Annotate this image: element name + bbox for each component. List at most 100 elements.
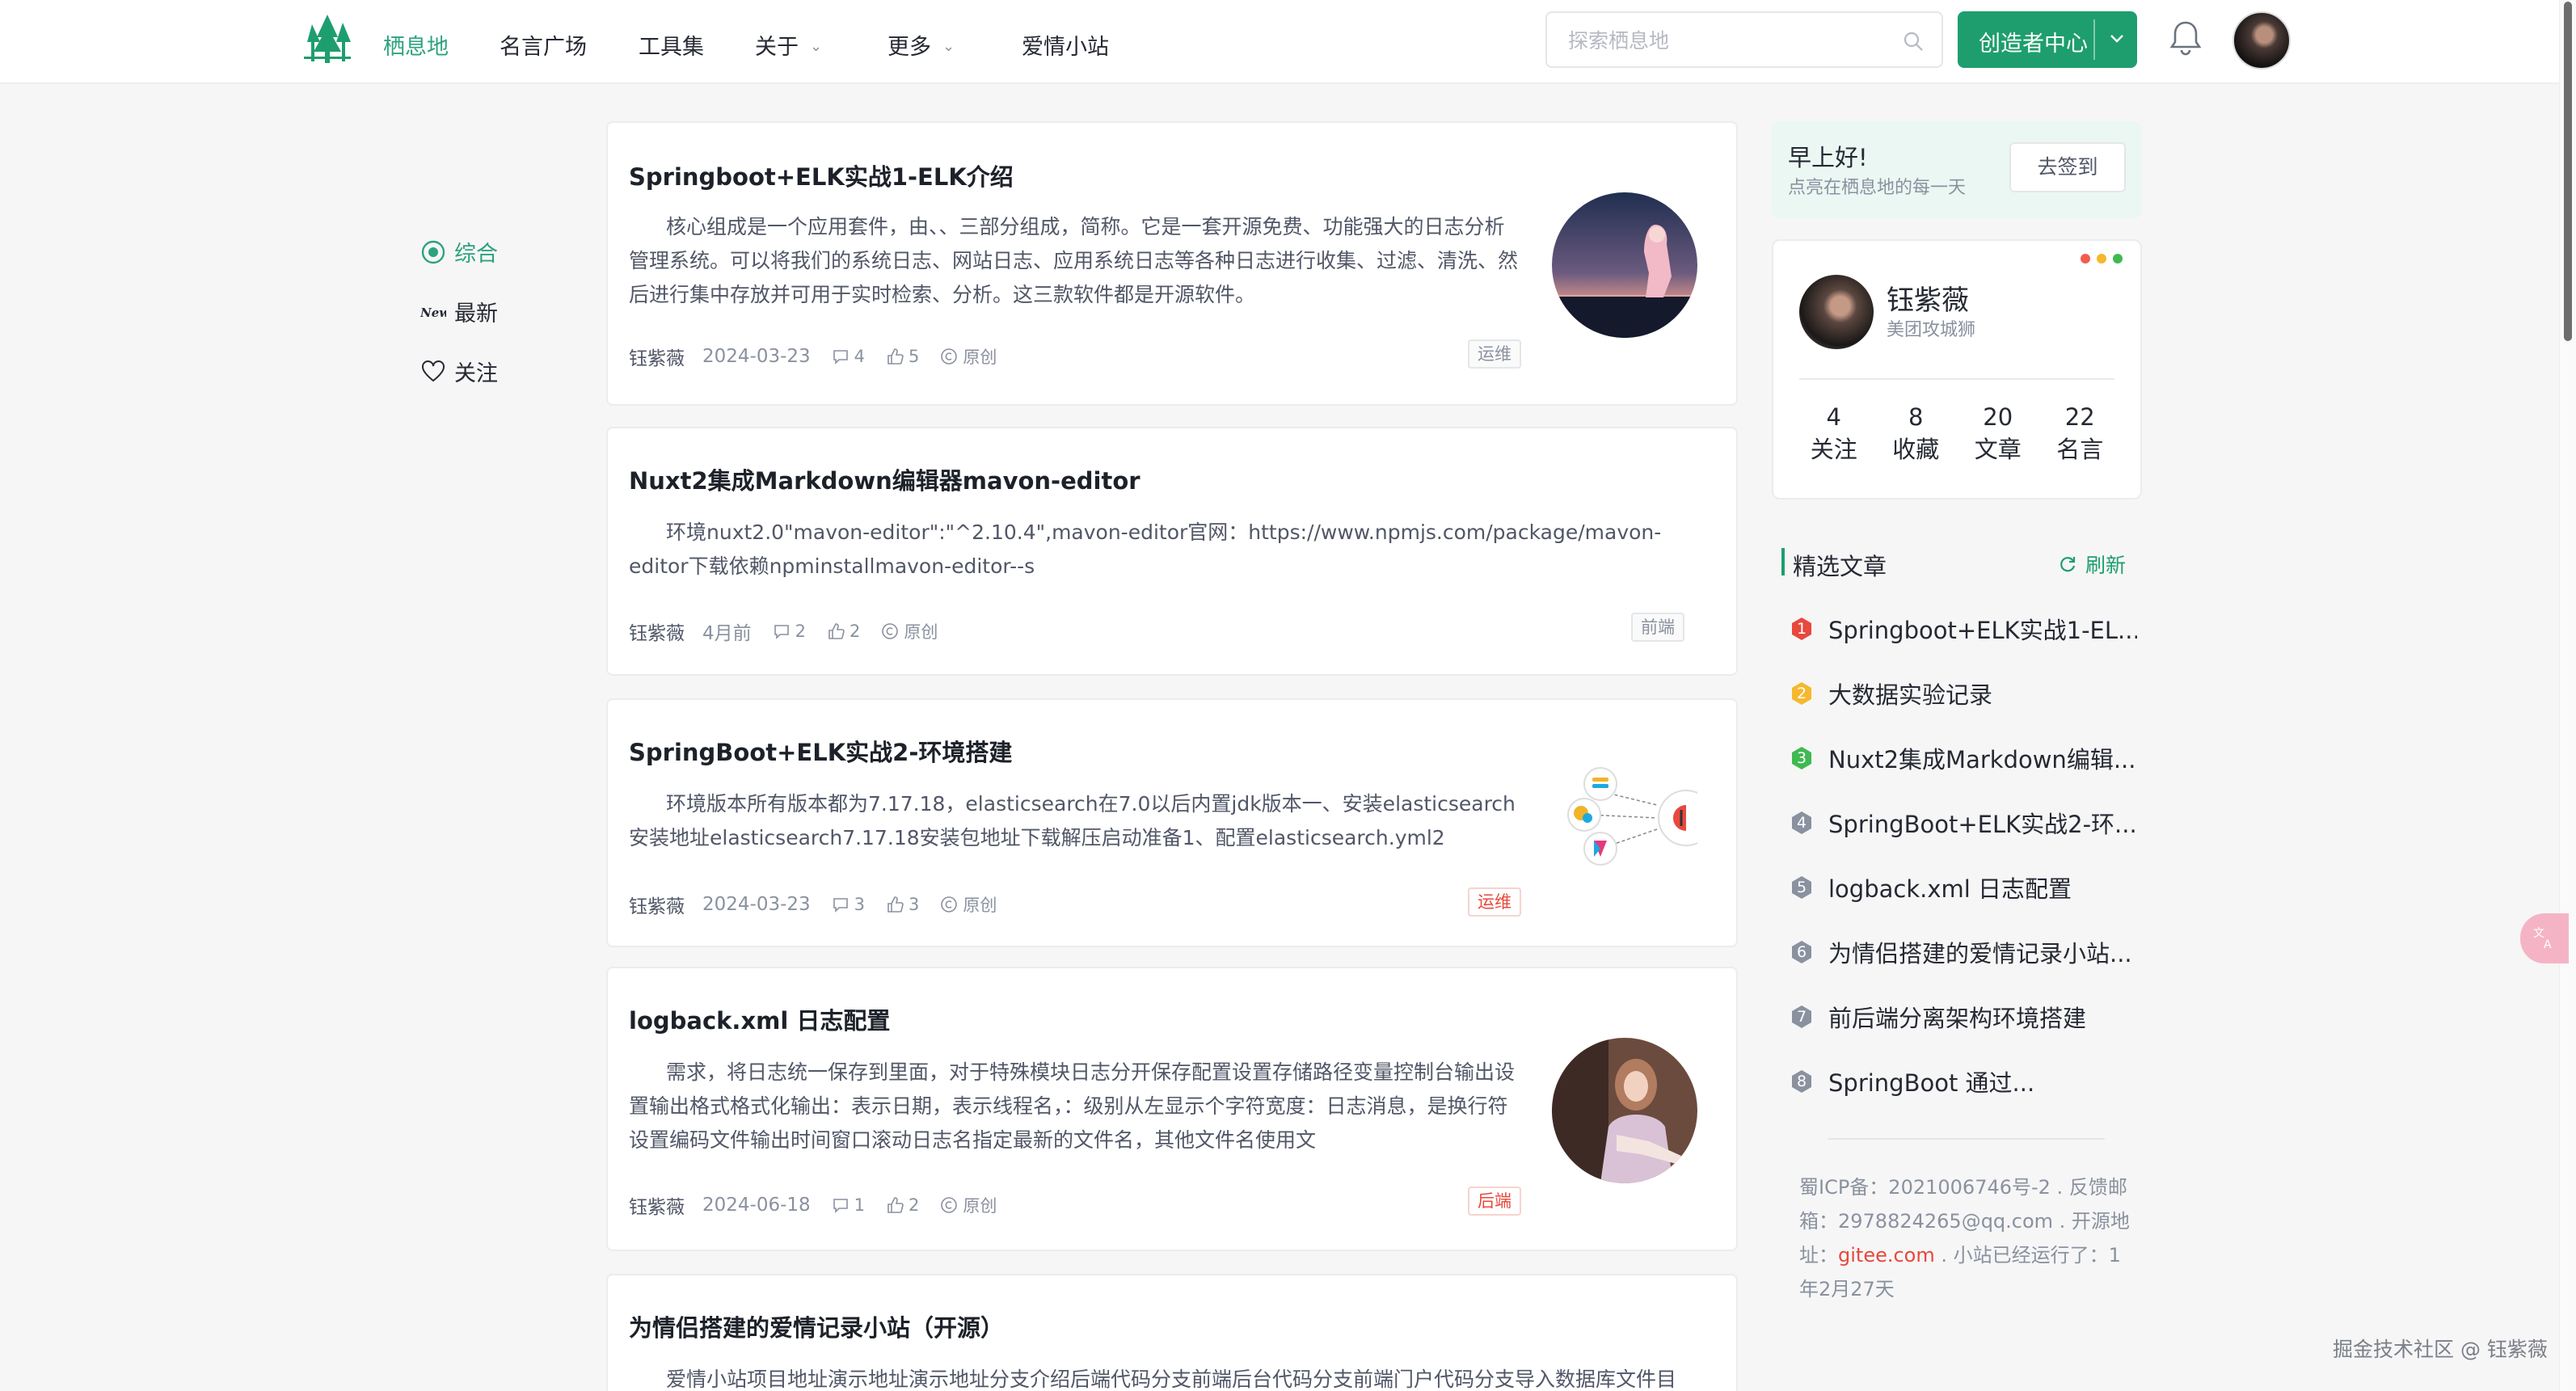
- chevron-down-icon[interactable]: ⌄: [810, 38, 822, 55]
- category-general-label[interactable]: 综合: [454, 236, 498, 268]
- nav-item[interactable]: 名言广场: [500, 29, 587, 61]
- article-author[interactable]: 钰紫薇: [629, 618, 685, 645]
- article-title[interactable]: 为情侣搭建的爱情记录小站（开源）: [629, 1309, 1004, 1343]
- featured-article-title[interactable]: 为情侣搭建的爱情记录小站...: [1828, 935, 2132, 969]
- page-scrollbar[interactable]: [2559, 0, 2576, 1391]
- article-thumbnail-elk[interactable]: [1552, 748, 1697, 894]
- article-card[interactable]: logback.xml 日志配置 需求，将日志统一保存到里面，对于特殊模块日志分…: [606, 967, 1738, 1251]
- forest-logo-icon[interactable]: [301, 13, 354, 66]
- article-card[interactable]: 为情侣搭建的爱情记录小站（开源） 爱情小站项目地址演示地址演示地址分支介绍后端代…: [606, 1274, 1738, 1391]
- nav-item-label[interactable]: 关于: [755, 35, 799, 60]
- profile-stat[interactable]: 22 名言: [2039, 401, 2120, 466]
- creator-center-label[interactable]: 创造者中心: [1979, 26, 2088, 57]
- article-author[interactable]: 钰紫薇: [629, 1191, 685, 1219]
- article-tag[interactable]: 运维: [1468, 339, 1521, 369]
- nav-item-label[interactable]: 名言广场: [500, 35, 587, 60]
- nav-item[interactable]: 工具集: [639, 29, 704, 61]
- stat-label[interactable]: 关注: [1794, 433, 1874, 466]
- category-following-label[interactable]: 关注: [454, 356, 498, 387]
- article-tag[interactable]: 前端: [1631, 613, 1684, 642]
- chevron-down-icon[interactable]: [2108, 29, 2126, 47]
- article-summary[interactable]: 环境版本所有版本都为7.17.18，elasticsearch在7.0以后内置j…: [629, 787, 1518, 855]
- top-header: 栖息地 名言广场 工具集 关于 ⌄ 更多 ⌄ 爱情小站 创造者中心: [0, 0, 2559, 84]
- nav-item[interactable]: 栖息地: [383, 29, 449, 61]
- article-title[interactable]: Springboot+ELK实战1-ELK介绍: [629, 158, 1014, 192]
- article-tag[interactable]: 后端: [1468, 1187, 1521, 1216]
- profile-name[interactable]: 钰紫薇: [1887, 278, 1969, 318]
- refresh-label[interactable]: 刷新: [2085, 550, 2126, 579]
- featured-article-item[interactable]: 3 Nuxt2集成Markdown编辑...: [1790, 742, 2137, 774]
- heart-icon: [422, 360, 445, 381]
- featured-article-item[interactable]: 7 前后端分离架构环境搭建: [1790, 1001, 2137, 1033]
- article-summary[interactable]: 核心组成是一个应用套件，由、、三部分组成，简称。它是一套开源免费、功能强大的日志…: [629, 210, 1518, 312]
- article-thumbnail-night-sky[interactable]: [1552, 192, 1697, 338]
- article-title[interactable]: Nuxt2集成Markdown编辑器mavon-editor: [629, 462, 1140, 496]
- nav-item-label[interactable]: 栖息地: [383, 35, 449, 60]
- nav-item[interactable]: 更多 ⌄: [887, 29, 955, 61]
- profile-stat[interactable]: 20 文章: [1958, 401, 2038, 466]
- category-general[interactable]: 综合: [420, 236, 498, 268]
- search-input[interactable]: [1568, 26, 1891, 55]
- nav-item[interactable]: 关于 ⌄: [755, 29, 822, 61]
- refresh-button[interactable]: 刷新: [2058, 550, 2126, 579]
- featured-article-title[interactable]: 大数据实验记录: [1828, 677, 1992, 710]
- profile-stat[interactable]: 8 收藏: [1875, 401, 1956, 466]
- article-title[interactable]: logback.xml 日志配置: [629, 1002, 890, 1036]
- article-summary[interactable]: 环境nuxt2.0"mavon-editor":"^2.10.4",mavon-…: [629, 516, 1712, 584]
- featured-article-title[interactable]: Springboot+ELK实战1-EL...: [1828, 612, 2137, 646]
- article-author[interactable]: 钰紫薇: [629, 343, 685, 370]
- stat-value[interactable]: 4: [1794, 401, 1874, 433]
- article-card[interactable]: Springboot+ELK实战1-ELK介绍 核心组成是一个应用套件，由、、三…: [606, 121, 1738, 406]
- translate-widget[interactable]: 文A: [2520, 913, 2569, 963]
- featured-article-title[interactable]: SpringBoot 通过...: [1828, 1064, 2034, 1098]
- profile-avatar[interactable]: [1799, 275, 1874, 349]
- stat-value[interactable]: 8: [1875, 401, 1956, 433]
- article-card[interactable]: Nuxt2集成Markdown编辑器mavon-editor 环境nuxt2.0…: [606, 427, 1738, 676]
- user-avatar[interactable]: [2232, 11, 2291, 70]
- elk-diagram-image: [1552, 748, 1697, 894]
- featured-article-title[interactable]: 前后端分离架构环境搭建: [1828, 1000, 2086, 1034]
- featured-article-item[interactable]: 4 SpringBoot+ELK实战2-环...: [1790, 807, 2137, 839]
- notification-bell-icon[interactable]: [2168, 19, 2203, 57]
- comment-count: 3: [832, 895, 865, 914]
- article-summary[interactable]: 需求，将日志统一保存到里面，对于特殊模块日志分开保存配置设置存储路径变量控制台输…: [629, 1056, 1518, 1157]
- stat-label[interactable]: 收藏: [1875, 433, 1956, 466]
- article-title[interactable]: SpringBoot+ELK实战2-环境搭建: [629, 734, 1012, 768]
- profile-stat[interactable]: 4 关注: [1794, 401, 1874, 466]
- stat-label[interactable]: 名言: [2039, 433, 2120, 466]
- featured-article-item[interactable]: 2 大数据实验记录: [1790, 677, 2137, 710]
- category-following[interactable]: 关注: [420, 356, 498, 387]
- article-thumbnail-portrait[interactable]: [1552, 1038, 1697, 1183]
- nav-item-label[interactable]: 工具集: [639, 35, 704, 60]
- scrollbar-thumb[interactable]: [2564, 2, 2572, 341]
- article-summary[interactable]: 爱情小站项目地址演示地址演示地址分支介绍后端代码分支前端后台代码分支前端门户代码…: [629, 1363, 1712, 1391]
- footer-gitee-link[interactable]: gitee.com: [1838, 1244, 1935, 1267]
- stat-label[interactable]: 文章: [1958, 433, 2038, 466]
- featured-article-item[interactable]: 5 logback.xml 日志配置: [1790, 871, 2137, 904]
- nav-item-label[interactable]: 更多: [887, 35, 931, 60]
- stat-value[interactable]: 22: [2039, 401, 2120, 433]
- featured-article-item[interactable]: 8 SpringBoot 通过...: [1790, 1065, 2137, 1098]
- featured-article-title[interactable]: SpringBoot+ELK实战2-环...: [1828, 806, 2137, 840]
- search-icon[interactable]: [1903, 31, 1924, 52]
- featured-article-item[interactable]: 1 Springboot+ELK实战1-EL...: [1790, 613, 2137, 645]
- like-count: 5: [886, 347, 919, 366]
- nav-item[interactable]: 爱情小站: [1022, 29, 1109, 61]
- refresh-icon[interactable]: [2058, 554, 2077, 574]
- featured-article-title[interactable]: logback.xml 日志配置: [1828, 870, 2072, 904]
- article-author[interactable]: 钰紫薇: [629, 891, 685, 918]
- category-latest-label[interactable]: 最新: [454, 296, 498, 327]
- article-tag[interactable]: 运维: [1468, 887, 1521, 917]
- checkin-button[interactable]: 去签到: [2009, 142, 2126, 192]
- featured-article-title[interactable]: Nuxt2集成Markdown编辑...: [1828, 741, 2135, 775]
- category-latest[interactable]: New 最新: [420, 296, 498, 327]
- search-box[interactable]: [1545, 11, 1943, 68]
- nav-item-label[interactable]: 爱情小站: [1022, 35, 1109, 60]
- translate-icon[interactable]: 文A: [2532, 925, 2557, 951]
- creator-center-button[interactable]: 创造者中心: [1958, 11, 2137, 68]
- chevron-down-icon[interactable]: ⌄: [942, 38, 955, 55]
- featured-article-item[interactable]: 6 为情侣搭建的爱情记录小站...: [1790, 936, 2137, 968]
- stat-value[interactable]: 20: [1958, 401, 2038, 433]
- comment-count-value: 1: [854, 1195, 866, 1215]
- article-card[interactable]: SpringBoot+ELK实战2-环境搭建 环境版本所有版本都为7.17.18…: [606, 698, 1738, 947]
